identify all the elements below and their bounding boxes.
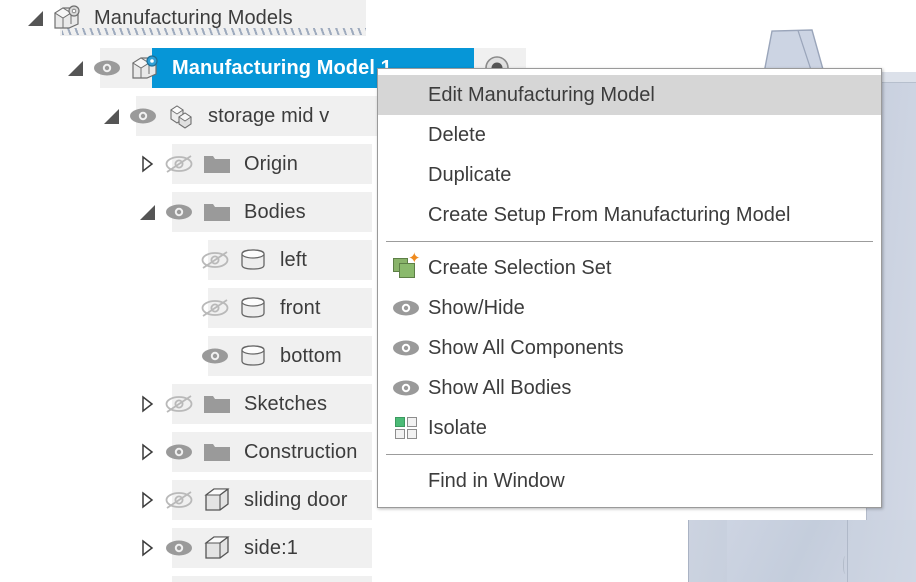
fusion-browser-screen: Manufacturing Models Manufacturing Model… — [0, 0, 916, 582]
expander-collapsed-icon[interactable] — [134, 155, 160, 173]
menu-item-create-setup-from-manufacturing-model[interactable]: Create Setup From Manufacturing Model — [378, 195, 881, 235]
folder-icon — [198, 152, 236, 176]
tree-label-side-1: side:1 — [244, 536, 298, 559]
model-trapezoid-part — [763, 29, 825, 73]
model-bottom-right-panel — [848, 520, 916, 582]
body-cube-icon — [198, 486, 236, 514]
menu-item-create-selection-set[interactable]: ✦ Create Selection Set — [378, 248, 881, 288]
component-icon — [162, 102, 200, 130]
tree-row-sliding-door[interactable]: sliding door — [134, 480, 348, 520]
visibility-eye-icon[interactable] — [160, 443, 198, 461]
expander-expanded-icon[interactable] — [62, 60, 88, 76]
menu-item-isolate[interactable]: Isolate — [378, 408, 881, 448]
menu-item-label: Show/Hide — [428, 296, 525, 319]
tree-row-origin[interactable]: Origin — [134, 144, 298, 184]
context-menu[interactable]: Edit Manufacturing Model Delete Duplicat… — [377, 68, 882, 508]
tree-label-sliding-door: sliding door — [244, 488, 348, 511]
eye-icon — [384, 379, 428, 397]
visibility-eye-hidden-icon[interactable] — [160, 154, 198, 174]
body-icon — [234, 247, 272, 273]
menu-item-label: Show All Components — [428, 336, 624, 359]
expander-collapsed-icon[interactable] — [134, 491, 160, 509]
tree-row-side-1[interactable]: side:1 — [134, 528, 298, 568]
manufacturing-model-icon — [126, 54, 164, 82]
tree-row-body-bottom[interactable]: bottom — [196, 336, 342, 376]
menu-item-label: Create Setup From Manufacturing Model — [428, 203, 791, 226]
expander-expanded-icon[interactable] — [98, 108, 124, 124]
menu-item-edit-manufacturing-model[interactable]: Edit Manufacturing Model — [378, 75, 881, 115]
expander-collapsed-icon[interactable] — [134, 539, 160, 557]
tree-label-body-bottom: bottom — [280, 344, 342, 367]
folder-icon — [198, 392, 236, 416]
folder-icon — [198, 440, 236, 464]
menu-item-label: Duplicate — [428, 163, 512, 186]
visibility-eye-hidden-icon[interactable] — [160, 490, 198, 510]
menu-item-show-hide[interactable]: Show/Hide — [378, 288, 881, 328]
eye-icon — [384, 299, 428, 317]
menu-item-label: Edit Manufacturing Model — [428, 83, 655, 106]
menu-item-label: Create Selection Set — [428, 256, 612, 279]
tree-row-sketches[interactable]: Sketches — [134, 384, 327, 424]
menu-item-label: Isolate — [428, 416, 487, 439]
tree-row-manufacturing-model-1[interactable]: Manufacturing Model 1 — [62, 48, 392, 88]
tree-label-origin: Origin — [244, 152, 298, 175]
expander-collapsed-icon[interactable] — [134, 443, 160, 461]
eye-icon — [384, 339, 428, 357]
tree-label-storage-mid: storage mid v — [208, 104, 330, 127]
body-cube-icon — [198, 534, 236, 562]
expander-collapsed-icon[interactable] — [134, 395, 160, 413]
tree-row-storage-mid[interactable]: storage mid v — [98, 96, 329, 136]
tree-row-bodies[interactable]: Bodies — [134, 192, 306, 232]
tree-label-construction: Construction — [244, 440, 358, 463]
body-icon — [234, 343, 272, 369]
visibility-eye-hidden-icon[interactable] — [196, 250, 234, 270]
tree-row-body-left[interactable]: left — [196, 240, 307, 280]
menu-item-delete[interactable]: Delete — [378, 115, 881, 155]
model-notch — [843, 556, 849, 574]
menu-item-find-in-window[interactable]: Find in Window — [378, 461, 881, 501]
visibility-eye-icon[interactable] — [88, 59, 126, 77]
tree-label-body-front: front — [280, 296, 321, 319]
expander-expanded-icon[interactable] — [22, 10, 48, 26]
menu-item-show-all-components[interactable]: Show All Components — [378, 328, 881, 368]
model-bottom-mid-panel — [727, 520, 848, 582]
model-bottom-left-panel — [688, 520, 728, 582]
menu-item-duplicate[interactable]: Duplicate — [378, 155, 881, 195]
visibility-eye-icon[interactable] — [124, 107, 162, 125]
menu-item-show-all-bodies[interactable]: Show All Bodies — [378, 368, 881, 408]
menu-item-label: Find in Window — [428, 469, 565, 492]
tree-label-manufacturing-model-1: Manufacturing Model 1 — [172, 56, 392, 79]
tree-row-body-front[interactable]: front — [196, 288, 321, 328]
menu-separator-2 — [386, 454, 873, 455]
tree-label-manufacturing-models: Manufacturing Models — [94, 6, 293, 29]
folder-icon — [198, 200, 236, 224]
tree-label-body-left: left — [280, 248, 308, 271]
menu-item-label: Delete — [428, 123, 486, 146]
visibility-eye-hidden-icon[interactable] — [196, 298, 234, 318]
visibility-eye-icon[interactable] — [160, 203, 198, 221]
body-icon — [234, 295, 272, 321]
expander-expanded-icon[interactable] — [134, 204, 160, 220]
visibility-eye-hidden-icon[interactable] — [160, 394, 198, 414]
manufacturing-models-icon — [48, 4, 86, 32]
create-selection-set-icon: ✦ — [384, 251, 428, 280]
tree-row-construction[interactable]: Construction — [134, 432, 357, 472]
visibility-eye-icon[interactable] — [196, 347, 234, 365]
tree-row-manufacturing-models[interactable]: Manufacturing Models — [22, 0, 293, 36]
row-background-partial — [172, 576, 372, 582]
isolate-grid-icon — [384, 417, 428, 439]
visibility-eye-icon[interactable] — [160, 539, 198, 557]
menu-separator-1 — [386, 241, 873, 242]
tree-label-sketches: Sketches — [244, 392, 328, 415]
menu-item-label: Show All Bodies — [428, 376, 572, 399]
tree-label-bodies: Bodies — [244, 200, 306, 223]
